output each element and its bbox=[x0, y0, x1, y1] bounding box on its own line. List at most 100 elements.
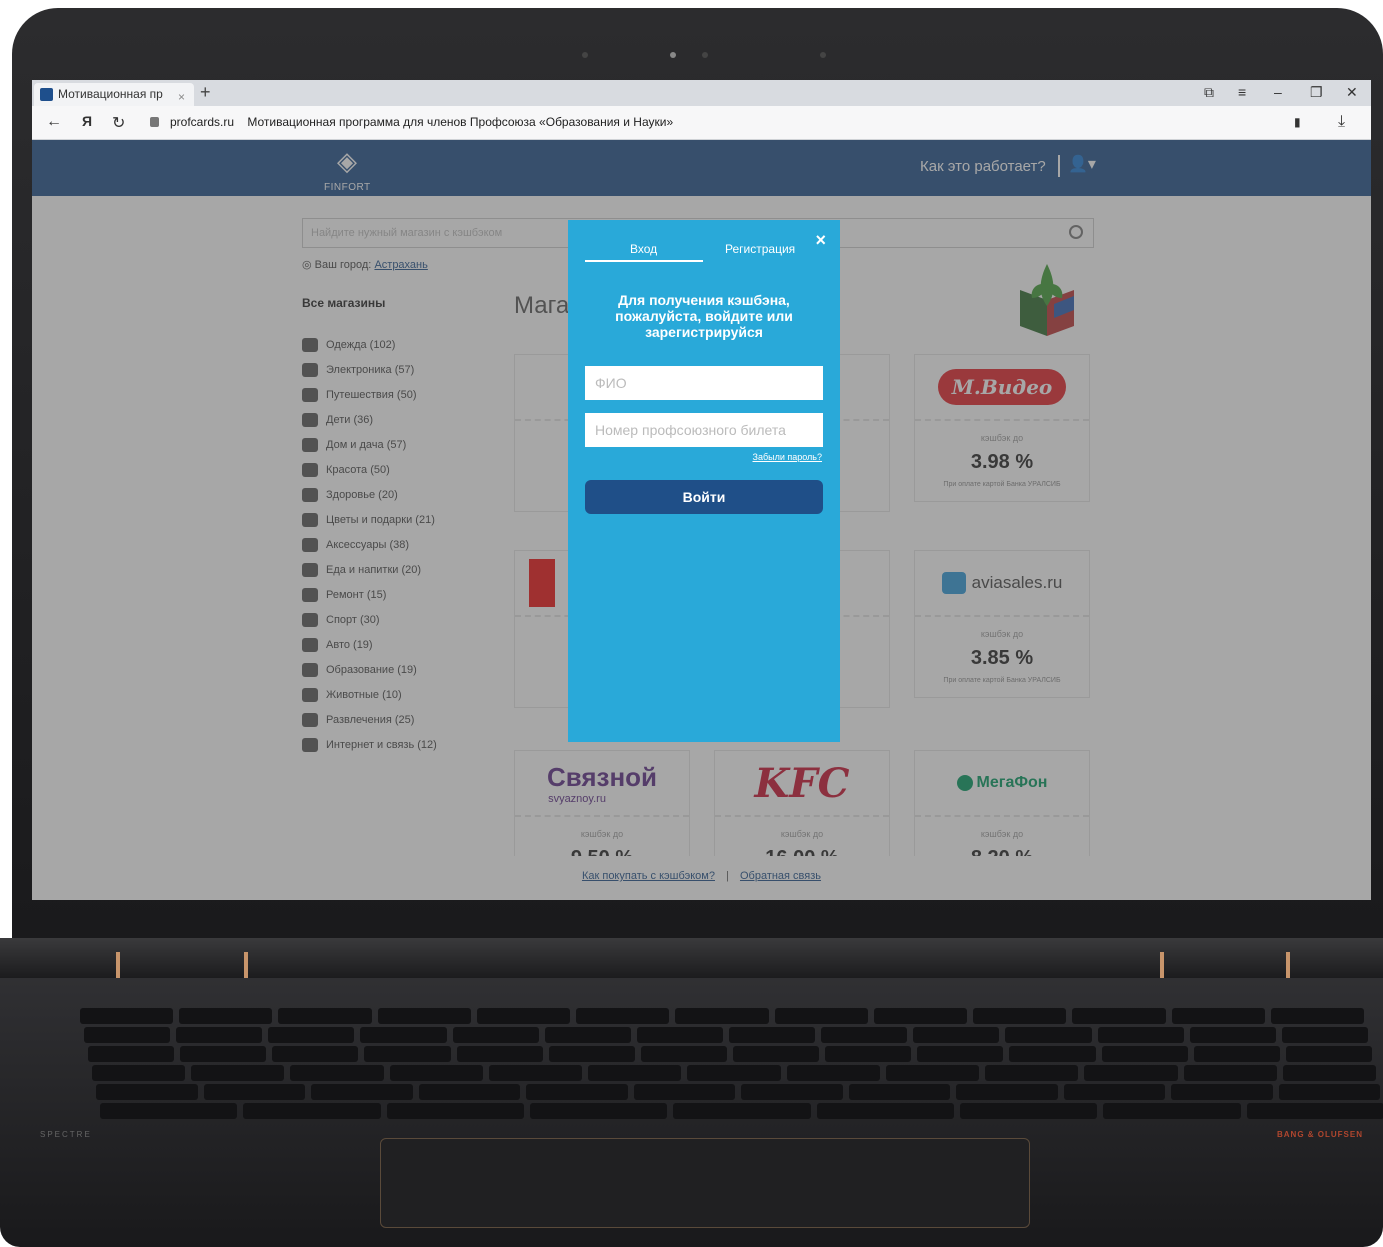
keyboard-key bbox=[80, 1008, 174, 1024]
keyboard-key bbox=[1084, 1065, 1178, 1081]
brand-right: BANG & OLUFSEN bbox=[1277, 1130, 1363, 1139]
keyboard-key bbox=[203, 1084, 305, 1100]
keyboard-key bbox=[360, 1027, 447, 1043]
hinge-accent bbox=[1160, 952, 1164, 980]
browser-tab[interactable]: Мотивационная пр × bbox=[34, 83, 194, 106]
keyboard-key bbox=[1097, 1027, 1184, 1043]
keyboard-key bbox=[544, 1027, 631, 1043]
keyboard-key bbox=[278, 1008, 372, 1024]
new-tab-button[interactable]: + bbox=[200, 82, 211, 103]
keyboard-key bbox=[733, 1046, 820, 1062]
keyboard-key bbox=[673, 1103, 811, 1119]
keyboard-key bbox=[1103, 1103, 1241, 1119]
union-card-input[interactable] bbox=[585, 413, 823, 447]
active-tab-indicator bbox=[585, 260, 703, 262]
keyboard-key bbox=[1189, 1027, 1276, 1043]
keyboard-key bbox=[687, 1065, 781, 1081]
keyboard-key bbox=[1171, 1008, 1265, 1024]
forgot-password-link[interactable]: Забыли пароль? bbox=[753, 452, 822, 462]
keyboard-key bbox=[848, 1084, 950, 1100]
keyboard-key bbox=[1193, 1046, 1280, 1062]
laptop: Мотивационная пр × + ⧉ ≡ – ❐ ✕ ← Я ↻ pro… bbox=[0, 0, 1383, 1247]
minimize-icon[interactable]: – bbox=[1274, 84, 1282, 100]
keyboard-key bbox=[530, 1103, 668, 1119]
download-icon[interactable]: ⤓ bbox=[1338, 113, 1345, 131]
yandex-icon[interactable]: Я bbox=[82, 113, 92, 129]
menu-icon[interactable]: ≡ bbox=[1238, 84, 1246, 100]
camera-dot bbox=[702, 52, 708, 58]
keyboard-key bbox=[84, 1027, 171, 1043]
back-icon[interactable]: ← bbox=[46, 113, 62, 131]
keyboard-key bbox=[96, 1084, 198, 1100]
fio-input[interactable] bbox=[585, 366, 823, 400]
modal-message: Для получения кэшбэна, пожалуйста, войди… bbox=[615, 292, 793, 340]
tab-title: Мотивационная пр bbox=[58, 87, 163, 101]
keyboard-key bbox=[290, 1065, 384, 1081]
keyboard-key bbox=[588, 1065, 682, 1081]
keyboard-key bbox=[488, 1065, 583, 1081]
touchpad bbox=[380, 1138, 1030, 1228]
keyboard-key bbox=[1246, 1103, 1383, 1119]
keyboard-key bbox=[1270, 1008, 1364, 1024]
keyboard-key bbox=[913, 1027, 1000, 1043]
keyboard-key bbox=[268, 1027, 355, 1043]
keyboard-key bbox=[729, 1027, 816, 1043]
login-button[interactable]: Войти bbox=[585, 480, 823, 514]
keyboard-key bbox=[272, 1046, 359, 1062]
keyboard-key bbox=[973, 1008, 1067, 1024]
url-page-title: Мотивационная программа для членов Профс… bbox=[247, 115, 674, 129]
keyboard-key bbox=[960, 1103, 1098, 1119]
keyboard-key bbox=[1281, 1027, 1368, 1043]
hinge-accent bbox=[1286, 952, 1290, 980]
lock-icon bbox=[150, 117, 159, 127]
brand-left: SPECTRE bbox=[40, 1130, 92, 1139]
keyboard-key bbox=[418, 1084, 520, 1100]
keyboard-key bbox=[636, 1027, 723, 1043]
tab-close-icon[interactable]: × bbox=[178, 86, 185, 106]
login-modal: Вход Регистрация × Для получения кэшбэна… bbox=[568, 220, 840, 742]
camera-lens bbox=[670, 52, 676, 58]
keyboard-key bbox=[873, 1008, 968, 1024]
keyboard-key bbox=[917, 1046, 1004, 1062]
keyboard-key bbox=[386, 1103, 524, 1119]
screen: Мотивационная пр × + ⧉ ≡ – ❐ ✕ ← Я ↻ pro… bbox=[32, 80, 1371, 900]
close-window-icon[interactable]: ✕ bbox=[1346, 84, 1358, 101]
hinge-accent bbox=[116, 952, 120, 980]
tab-register[interactable]: Регистрация bbox=[725, 242, 795, 256]
browser-tab-bar: Мотивационная пр × + ⧉ ≡ – ❐ ✕ bbox=[32, 80, 1371, 106]
keyboard-key bbox=[576, 1008, 670, 1024]
keyboard-key bbox=[364, 1046, 451, 1062]
keyboard-key bbox=[774, 1008, 868, 1024]
keyboard-key bbox=[1282, 1065, 1376, 1081]
bookmark-icon[interactable]: ▮ bbox=[1294, 115, 1301, 129]
keyboard-key bbox=[1171, 1084, 1273, 1100]
keyboard bbox=[80, 1008, 1383, 1128]
keyboard-key bbox=[1278, 1084, 1380, 1100]
keyboard-key bbox=[179, 1008, 273, 1024]
keyboard-key bbox=[741, 1084, 843, 1100]
keyboard-key bbox=[377, 1008, 471, 1024]
hinge-accent bbox=[244, 952, 248, 980]
keyboard-key bbox=[1005, 1027, 1092, 1043]
keyboard-key bbox=[985, 1065, 1079, 1081]
restore-icon[interactable]: ❐ bbox=[1310, 84, 1323, 101]
reload-icon[interactable]: ↻ bbox=[112, 113, 125, 133]
close-icon[interactable]: × bbox=[815, 230, 826, 251]
keyboard-key bbox=[1063, 1084, 1165, 1100]
keyboard-key bbox=[1183, 1065, 1277, 1081]
tabs-view-icon[interactable]: ⧉ bbox=[1204, 84, 1214, 101]
keyboard-key bbox=[191, 1065, 285, 1081]
url-field[interactable]: profcards.ru Мотивационная программа для… bbox=[170, 115, 673, 129]
favicon-icon bbox=[40, 88, 53, 101]
keyboard-key bbox=[1072, 1008, 1166, 1024]
keyboard-key bbox=[633, 1084, 735, 1100]
keyboard-key bbox=[1101, 1046, 1188, 1062]
keyboard-key bbox=[176, 1027, 263, 1043]
keyboard-key bbox=[92, 1065, 186, 1081]
keyboard-key bbox=[821, 1027, 908, 1043]
tab-login[interactable]: Вход bbox=[630, 242, 657, 256]
keyboard-key bbox=[88, 1046, 175, 1062]
keyboard-key bbox=[452, 1027, 539, 1043]
keyboard-key bbox=[243, 1103, 381, 1119]
keyboard-key bbox=[1009, 1046, 1096, 1062]
